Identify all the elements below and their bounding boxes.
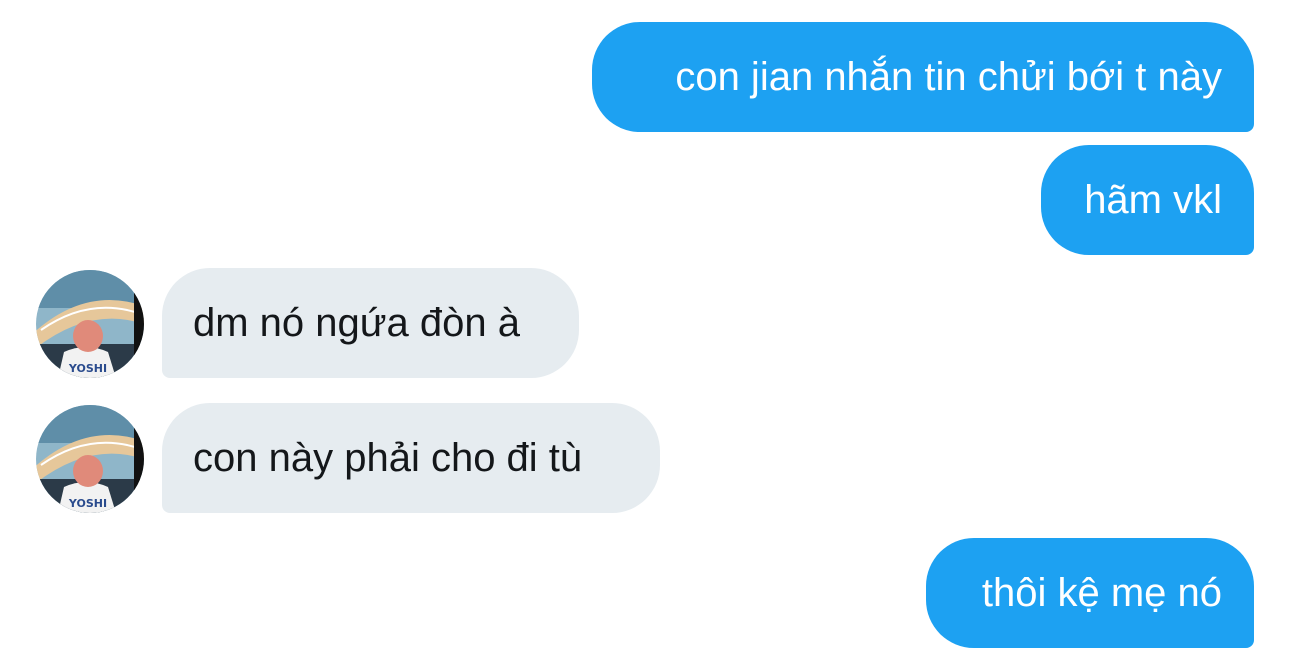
svg-text:YOSHI: YOSHI <box>68 362 107 375</box>
message-bubble-incoming[interactable]: con này phải cho đi tù <box>162 403 660 513</box>
avatar-image: YOSHI <box>36 405 144 513</box>
message-text: dm nó ngứa đòn à <box>193 301 521 345</box>
sender-avatar[interactable]: YOSHI <box>36 405 144 513</box>
avatar-image: YOSHI <box>36 270 144 378</box>
message-text: con jian nhắn tin chửi bới t này <box>675 55 1222 99</box>
conversation-thread: con jian nhắn tin chửi bới t này hãm vkl… <box>0 0 1290 665</box>
message-text: thôi kệ mẹ nó <box>981 571 1222 615</box>
message-bubble-incoming[interactable]: dm nó ngứa đòn à <box>162 268 579 378</box>
message-text: con này phải cho đi tù <box>193 436 583 480</box>
message-bubble-outgoing[interactable]: thôi kệ mẹ nó <box>926 538 1254 648</box>
sender-avatar[interactable]: YOSHI <box>36 270 144 378</box>
message-bubble-outgoing[interactable]: con jian nhắn tin chửi bới t này <box>592 22 1254 132</box>
message-text: hãm vkl <box>1084 178 1222 222</box>
svg-text:YOSHI: YOSHI <box>68 497 107 510</box>
message-bubble-outgoing[interactable]: hãm vkl <box>1041 145 1254 255</box>
